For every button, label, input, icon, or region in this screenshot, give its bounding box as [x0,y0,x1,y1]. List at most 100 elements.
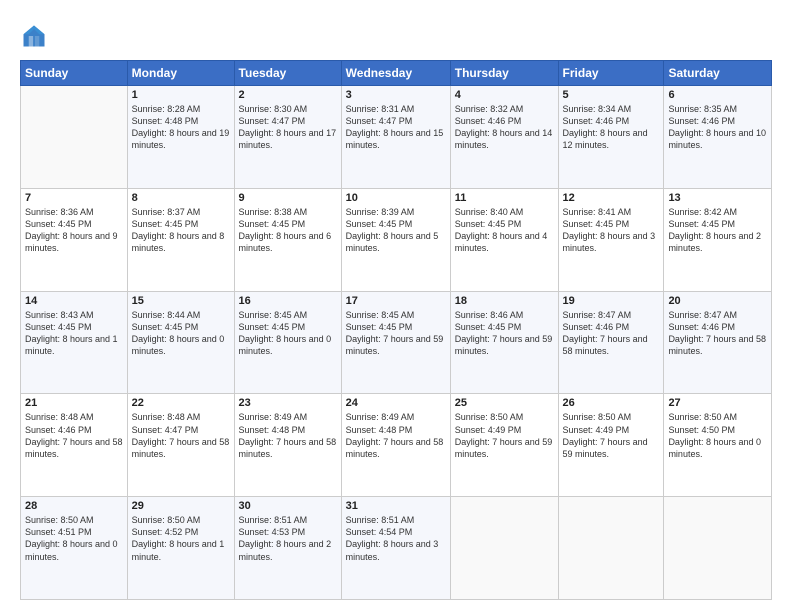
day-number: 3 [346,89,446,101]
day-info: Sunrise: 8:42 AMSunset: 4:45 PMDaylight:… [668,206,767,255]
calendar-cell: 21 Sunrise: 8:48 AMSunset: 4:46 PMDayligh… [21,394,128,497]
calendar-cell [558,497,664,600]
weekday-header-wednesday: Wednesday [341,61,450,86]
calendar-cell: 10 Sunrise: 8:39 AMSunset: 4:45 PMDayligh… [341,188,450,291]
day-number: 13 [668,192,767,204]
calendar-cell: 27 Sunrise: 8:50 AMSunset: 4:50 PMDayligh… [664,394,772,497]
day-number: 24 [346,397,446,409]
day-info: Sunrise: 8:49 AMSunset: 4:48 PMDaylight:… [239,411,337,460]
day-info: Sunrise: 8:37 AMSunset: 4:45 PMDaylight:… [132,206,230,255]
day-number: 22 [132,397,230,409]
day-number: 20 [668,295,767,307]
day-number: 1 [132,89,230,101]
day-info: Sunrise: 8:51 AMSunset: 4:53 PMDaylight:… [239,514,337,563]
day-info: Sunrise: 8:44 AMSunset: 4:45 PMDaylight:… [132,309,230,358]
day-number: 11 [455,192,554,204]
calendar-cell: 23 Sunrise: 8:49 AMSunset: 4:48 PMDayligh… [234,394,341,497]
weekday-header-monday: Monday [127,61,234,86]
day-number: 27 [668,397,767,409]
day-info: Sunrise: 8:47 AMSunset: 4:46 PMDaylight:… [563,309,660,358]
weekday-header-saturday: Saturday [664,61,772,86]
calendar-cell [450,497,558,600]
day-number: 14 [25,295,123,307]
day-info: Sunrise: 8:38 AMSunset: 4:45 PMDaylight:… [239,206,337,255]
day-info: Sunrise: 8:39 AMSunset: 4:45 PMDaylight:… [346,206,446,255]
day-number: 2 [239,89,337,101]
day-number: 26 [563,397,660,409]
weekday-header-friday: Friday [558,61,664,86]
day-info: Sunrise: 8:32 AMSunset: 4:46 PMDaylight:… [455,103,554,152]
calendar-cell: 30 Sunrise: 8:51 AMSunset: 4:53 PMDayligh… [234,497,341,600]
day-info: Sunrise: 8:46 AMSunset: 4:45 PMDaylight:… [455,309,554,358]
day-info: Sunrise: 8:45 AMSunset: 4:45 PMDaylight:… [239,309,337,358]
calendar-week-2: 7 Sunrise: 8:36 AMSunset: 4:45 PMDaylight… [21,188,772,291]
day-info: Sunrise: 8:28 AMSunset: 4:48 PMDaylight:… [132,103,230,152]
calendar-cell: 13 Sunrise: 8:42 AMSunset: 4:45 PMDayligh… [664,188,772,291]
logo-icon [20,22,48,50]
day-info: Sunrise: 8:36 AMSunset: 4:45 PMDaylight:… [25,206,123,255]
day-number: 16 [239,295,337,307]
day-number: 28 [25,500,123,512]
calendar-cell: 28 Sunrise: 8:50 AMSunset: 4:51 PMDayligh… [21,497,128,600]
calendar-cell: 3 Sunrise: 8:31 AMSunset: 4:47 PMDaylight… [341,86,450,189]
day-info: Sunrise: 8:31 AMSunset: 4:47 PMDaylight:… [346,103,446,152]
day-info: Sunrise: 8:48 AMSunset: 4:46 PMDaylight:… [25,411,123,460]
day-number: 18 [455,295,554,307]
day-number: 10 [346,192,446,204]
calendar-table: SundayMondayTuesdayWednesdayThursdayFrid… [20,60,772,600]
weekday-header-row: SundayMondayTuesdayWednesdayThursdayFrid… [21,61,772,86]
calendar-cell: 22Sunrise: 8:48 AMSunset: 4:47 PMDayligh… [127,394,234,497]
weekday-header-sunday: Sunday [21,61,128,86]
day-number: 6 [668,89,767,101]
calendar-week-4: 21 Sunrise: 8:48 AMSunset: 4:46 PMDayligh… [21,394,772,497]
logo [20,22,52,50]
calendar-cell: 15 Sunrise: 8:44 AMSunset: 4:45 PMDayligh… [127,291,234,394]
calendar-cell: 14 Sunrise: 8:43 AMSunset: 4:45 PMDayligh… [21,291,128,394]
day-number: 31 [346,500,446,512]
calendar-cell: 17Sunrise: 8:45 AMSunset: 4:45 PMDayligh… [341,291,450,394]
page: SundayMondayTuesdayWednesdayThursdayFrid… [0,0,792,612]
day-number: 25 [455,397,554,409]
calendar-cell: 1 Sunrise: 8:28 AMSunset: 4:48 PMDaylight… [127,86,234,189]
day-number: 19 [563,295,660,307]
calendar-cell: 5 Sunrise: 8:34 AMSunset: 4:46 PMDaylight… [558,86,664,189]
calendar-cell: 19 Sunrise: 8:47 AMSunset: 4:46 PMDayligh… [558,291,664,394]
day-info: Sunrise: 8:49 AMSunset: 4:48 PMDaylight:… [346,411,446,460]
day-info: Sunrise: 8:50 AMSunset: 4:52 PMDaylight:… [132,514,230,563]
day-info: Sunrise: 8:50 AMSunset: 4:51 PMDaylight:… [25,514,123,563]
day-info: Sunrise: 8:50 AMSunset: 4:50 PMDaylight:… [668,411,767,460]
day-info: Sunrise: 8:30 AMSunset: 4:47 PMDaylight:… [239,103,337,152]
day-number: 5 [563,89,660,101]
day-number: 23 [239,397,337,409]
day-info: Sunrise: 8:51 AMSunset: 4:54 PMDaylight:… [346,514,446,563]
weekday-header-tuesday: Tuesday [234,61,341,86]
calendar-cell: 7 Sunrise: 8:36 AMSunset: 4:45 PMDaylight… [21,188,128,291]
day-number: 8 [132,192,230,204]
day-number: 7 [25,192,123,204]
calendar-cell: 11 Sunrise: 8:40 AMSunset: 4:45 PMDayligh… [450,188,558,291]
calendar-cell: 18 Sunrise: 8:46 AMSunset: 4:45 PMDayligh… [450,291,558,394]
day-info: Sunrise: 8:47 AMSunset: 4:46 PMDaylight:… [668,309,767,358]
calendar-week-1: 1 Sunrise: 8:28 AMSunset: 4:48 PMDaylight… [21,86,772,189]
calendar-cell: 29Sunrise: 8:50 AMSunset: 4:52 PMDayligh… [127,497,234,600]
day-info: Sunrise: 8:40 AMSunset: 4:45 PMDaylight:… [455,206,554,255]
day-number: 30 [239,500,337,512]
calendar-cell: 12Sunrise: 8:41 AMSunset: 4:45 PMDayligh… [558,188,664,291]
day-number: 12 [563,192,660,204]
calendar-cell: 31 Sunrise: 8:51 AMSunset: 4:54 PMDayligh… [341,497,450,600]
day-number: 21 [25,397,123,409]
weekday-header-thursday: Thursday [450,61,558,86]
calendar-week-3: 14 Sunrise: 8:43 AMSunset: 4:45 PMDayligh… [21,291,772,394]
day-info: Sunrise: 8:50 AMSunset: 4:49 PMDaylight:… [455,411,554,460]
calendar-cell [664,497,772,600]
calendar: SundayMondayTuesdayWednesdayThursdayFrid… [20,60,772,600]
calendar-cell: 25 Sunrise: 8:50 AMSunset: 4:49 PMDayligh… [450,394,558,497]
day-number: 4 [455,89,554,101]
day-info: Sunrise: 8:43 AMSunset: 4:45 PMDaylight:… [25,309,123,358]
day-info: Sunrise: 8:50 AMSunset: 4:49 PMDaylight:… [563,411,660,460]
calendar-cell: 2 Sunrise: 8:30 AMSunset: 4:47 PMDaylight… [234,86,341,189]
calendar-cell: 6Sunrise: 8:35 AMSunset: 4:46 PMDaylight… [664,86,772,189]
calendar-cell: 8 Sunrise: 8:37 AMSunset: 4:45 PMDaylight… [127,188,234,291]
day-number: 15 [132,295,230,307]
day-info: Sunrise: 8:34 AMSunset: 4:46 PMDaylight:… [563,103,660,152]
